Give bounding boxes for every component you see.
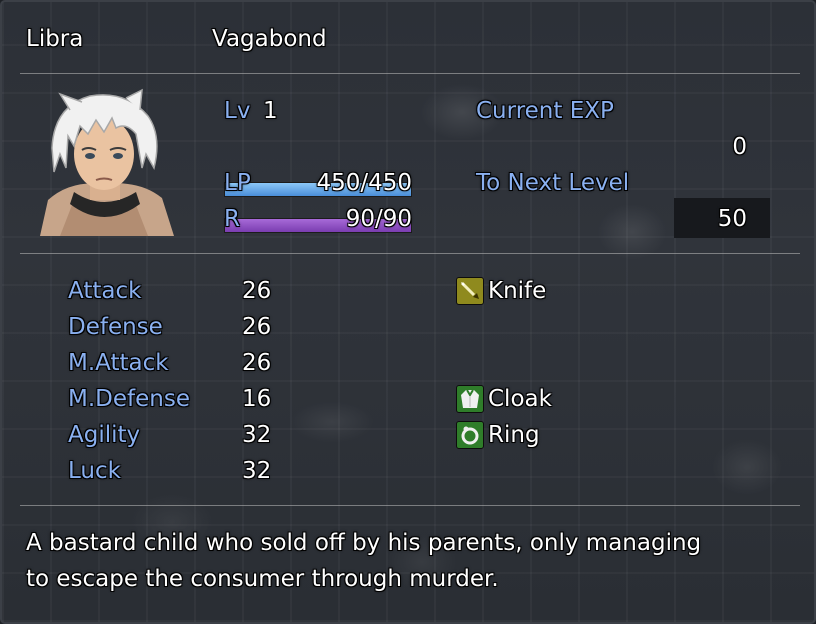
param-label-agility: Agility xyxy=(68,422,141,448)
equip-weapon[interactable]: Knife xyxy=(488,277,546,305)
param-value-mdefense: 16 xyxy=(242,386,272,412)
param-value-attack: 26 xyxy=(242,278,272,304)
level-label: Lv xyxy=(224,98,251,124)
param-label-luck: Luck xyxy=(68,458,121,484)
current-exp-value: 0 xyxy=(732,134,747,160)
param-value-agility: 32 xyxy=(242,422,272,448)
current-exp-label: Current EXP xyxy=(476,98,614,124)
cloak-icon xyxy=(456,385,484,413)
param-value-defense: 26 xyxy=(242,314,272,340)
level-value: 1 xyxy=(263,98,278,124)
hp-value: 450/450 xyxy=(316,170,412,196)
param-value-mattack: 26 xyxy=(242,350,272,376)
param-value-luck: 32 xyxy=(242,458,272,484)
actor-portrait xyxy=(40,88,174,236)
param-label-defense: Defense xyxy=(68,314,163,340)
divider xyxy=(20,505,800,506)
equip-body[interactable]: Cloak xyxy=(488,385,552,413)
param-label-attack: Attack xyxy=(68,278,142,304)
actor-name: Libra xyxy=(26,26,84,52)
profile-line-2: to escape the consumer through murder. xyxy=(26,566,499,592)
next-level-value: 50 xyxy=(717,206,747,232)
r-label: R xyxy=(224,206,240,232)
divider xyxy=(20,253,800,254)
param-label-mattack: M.Attack xyxy=(68,350,169,376)
hp-label: LP xyxy=(224,170,251,196)
equip-accessory[interactable]: Ring xyxy=(488,421,540,449)
param-label-mdefense: M.Defense xyxy=(68,386,190,412)
ring-icon xyxy=(456,421,484,449)
r-value: 90/90 xyxy=(345,206,412,232)
knife-icon xyxy=(456,277,484,305)
divider xyxy=(20,73,800,74)
next-level-label: To Next Level xyxy=(476,170,630,196)
actor-class: Vagabond xyxy=(212,26,327,52)
status-window: Libra Vagabond Lv 1 LP 450/450 R 90/90 C… xyxy=(0,0,816,624)
profile-line-1: A bastard child who sold off by his pare… xyxy=(26,530,702,556)
